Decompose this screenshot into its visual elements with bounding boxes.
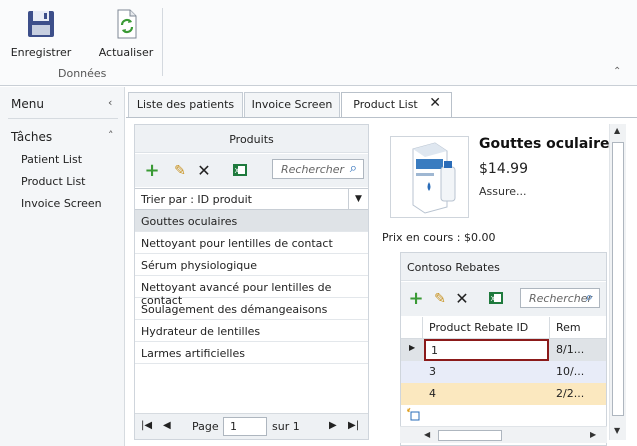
list-item[interactable]: Sérum physiologique	[135, 254, 368, 276]
tab-patient-list[interactable]: Liste des patients	[128, 92, 243, 117]
vertical-scrollbar[interactable]: ▲ ▼	[609, 124, 626, 440]
collapse-ribbon-icon[interactable]: ⌃	[613, 66, 621, 77]
eye-drops-box-icon	[412, 142, 456, 214]
sort-label: Trier par : ID produit	[141, 193, 252, 206]
page-number-value: 1	[230, 420, 237, 433]
ribbon-separator	[162, 8, 163, 76]
search-placeholder: Rechercher	[281, 163, 345, 176]
export-excel-icon[interactable]: X	[487, 290, 505, 308]
rebates-toolbar: + ✎ ✕ X Rechercher ⌕	[401, 282, 606, 316]
scroll-down-icon[interactable]: ▼	[614, 426, 620, 435]
save-label: Enregistrer	[10, 46, 72, 59]
table-cell-rebate-id[interactable]: 1	[424, 339, 549, 361]
menu-header[interactable]: Menu	[11, 97, 44, 111]
rebates-panel: Contoso Rebates + ✎ ✕ X Rechercher ⌕ Pro…	[400, 252, 607, 446]
page-of-label: sur 1	[272, 420, 300, 433]
svg-text:X: X	[235, 167, 240, 175]
floppy-disk-icon	[25, 8, 57, 40]
rebates-search-input[interactable]: Rechercher ⌕	[520, 288, 600, 308]
table-cell-rem[interactable]: 2/2...	[550, 383, 606, 405]
products-panel: Produits + ✎ ✕ X Rechercher ⌕ Trier par …	[134, 124, 369, 440]
list-item[interactable]: Nettoyant pour lentilles de contact	[135, 232, 368, 254]
collapse-tasks-icon[interactable]: ˄	[108, 129, 114, 142]
product-image	[390, 136, 469, 218]
products-toolbar: + ✎ ✕ X Rechercher ⌕	[135, 154, 368, 187]
edit-pencil-icon[interactable]: ✎	[431, 290, 449, 308]
products-search-input[interactable]: Rechercher ⌕	[272, 159, 364, 179]
save-button[interactable]: Enregistrer	[10, 8, 72, 59]
tab-label: Product List	[353, 98, 418, 111]
refresh-label: Actualiser	[98, 46, 154, 59]
rebates-title: Contoso Rebates	[401, 253, 606, 281]
scrollbar-thumb[interactable]	[438, 430, 502, 441]
edit-pencil-icon[interactable]: ✎	[171, 162, 189, 180]
delete-icon[interactable]: ✕	[195, 162, 213, 180]
previous-page-icon[interactable]: ◀	[163, 420, 171, 431]
search-placeholder: Rechercher	[529, 292, 593, 305]
page-label: Page	[192, 420, 219, 433]
chevron-down-icon[interactable]: ▼	[348, 189, 368, 209]
product-description: Assure...	[479, 185, 527, 198]
table-cell-rem[interactable]: 10/...	[550, 361, 606, 383]
pager: |◀ ◀ Page 1 sur 1 ▶ ▶|	[135, 413, 368, 439]
list-item[interactable]: Soulagement des démangeaisons	[135, 298, 368, 320]
add-icon[interactable]: +	[407, 290, 425, 308]
current-row-indicator-icon: ▶	[409, 343, 416, 352]
table-cell-rebate-id[interactable]: 4	[423, 383, 550, 405]
list-item[interactable]: Gouttes oculaires	[135, 210, 368, 232]
column-header-rebate-id[interactable]: Product Rebate ID	[423, 317, 550, 339]
scroll-right-icon[interactable]: ▶	[590, 430, 596, 439]
tasks-header[interactable]: Tâches	[11, 130, 52, 144]
search-icon[interactable]: ⌕	[586, 290, 593, 305]
scrollbar-thumb[interactable]	[612, 142, 624, 416]
sort-dropdown[interactable]: Trier par : ID produit ▼	[135, 188, 368, 210]
page-number-input[interactable]: 1	[223, 417, 267, 436]
table-row[interactable]: 4 2/2...	[401, 383, 606, 405]
add-icon[interactable]: +	[143, 162, 161, 180]
delete-icon[interactable]: ✕	[453, 290, 471, 308]
current-price: Prix en cours : $0.00	[382, 231, 496, 244]
last-page-icon[interactable]: ▶|	[348, 420, 359, 431]
tab-invoice-screen[interactable]: Invoice Screen	[244, 92, 340, 117]
products-title: Produits	[135, 125, 368, 153]
table-row[interactable]: ▶ 1 8/1...	[401, 339, 606, 361]
nav-item-invoice-screen[interactable]: Invoice Screen	[21, 197, 102, 210]
nav-divider	[8, 118, 118, 119]
svg-text:X: X	[491, 295, 496, 303]
ribbon: Enregistrer Actualiser Données ⌃	[0, 0, 637, 86]
nav-item-product-list[interactable]: Product List	[21, 175, 86, 188]
close-tab-icon[interactable]: ✕	[429, 95, 441, 111]
collapse-menu-icon[interactable]: ‹	[108, 96, 112, 109]
nav-item-patient-list[interactable]: Patient List	[21, 153, 82, 166]
table-row[interactable]: 3 10/...	[401, 361, 606, 383]
scroll-left-icon[interactable]: ◀	[424, 430, 430, 439]
ribbon-group-label: Données	[58, 67, 107, 80]
tab-label: Liste des patients	[136, 98, 235, 111]
list-item[interactable]: Larmes artificielles	[135, 342, 368, 364]
list-item[interactable]: Nettoyant avancé pour lentilles de conta…	[135, 276, 368, 307]
table-cell-rebate-id[interactable]: 3	[423, 361, 550, 383]
horizontal-scrollbar[interactable]: ◀ ▶	[400, 426, 607, 443]
table-cell-rem[interactable]: 8/1...	[550, 339, 606, 361]
list-item[interactable]: Hydrateur de lentilles	[135, 320, 368, 342]
next-page-icon[interactable]: ▶	[329, 420, 337, 431]
export-excel-icon[interactable]: X	[231, 162, 249, 180]
left-nav: Menu ‹ Tâches ˄ Patient List Product Lis…	[0, 87, 125, 446]
tab-label: Invoice Screen	[251, 98, 333, 111]
first-page-icon[interactable]: |◀	[141, 420, 152, 431]
refresh-document-icon	[110, 8, 142, 40]
row-header-column	[401, 317, 423, 339]
add-row-icon[interactable]	[406, 407, 422, 423]
product-price: $14.99	[479, 161, 528, 177]
refresh-button[interactable]: Actualiser	[98, 8, 154, 59]
search-icon[interactable]: ⌕	[350, 161, 357, 176]
product-name: Gouttes oculaires	[479, 136, 618, 152]
tab-product-list[interactable]: Product List ✕	[341, 92, 452, 119]
column-header-rem[interactable]: Rem	[550, 317, 606, 339]
scroll-up-icon[interactable]: ▲	[614, 126, 620, 135]
